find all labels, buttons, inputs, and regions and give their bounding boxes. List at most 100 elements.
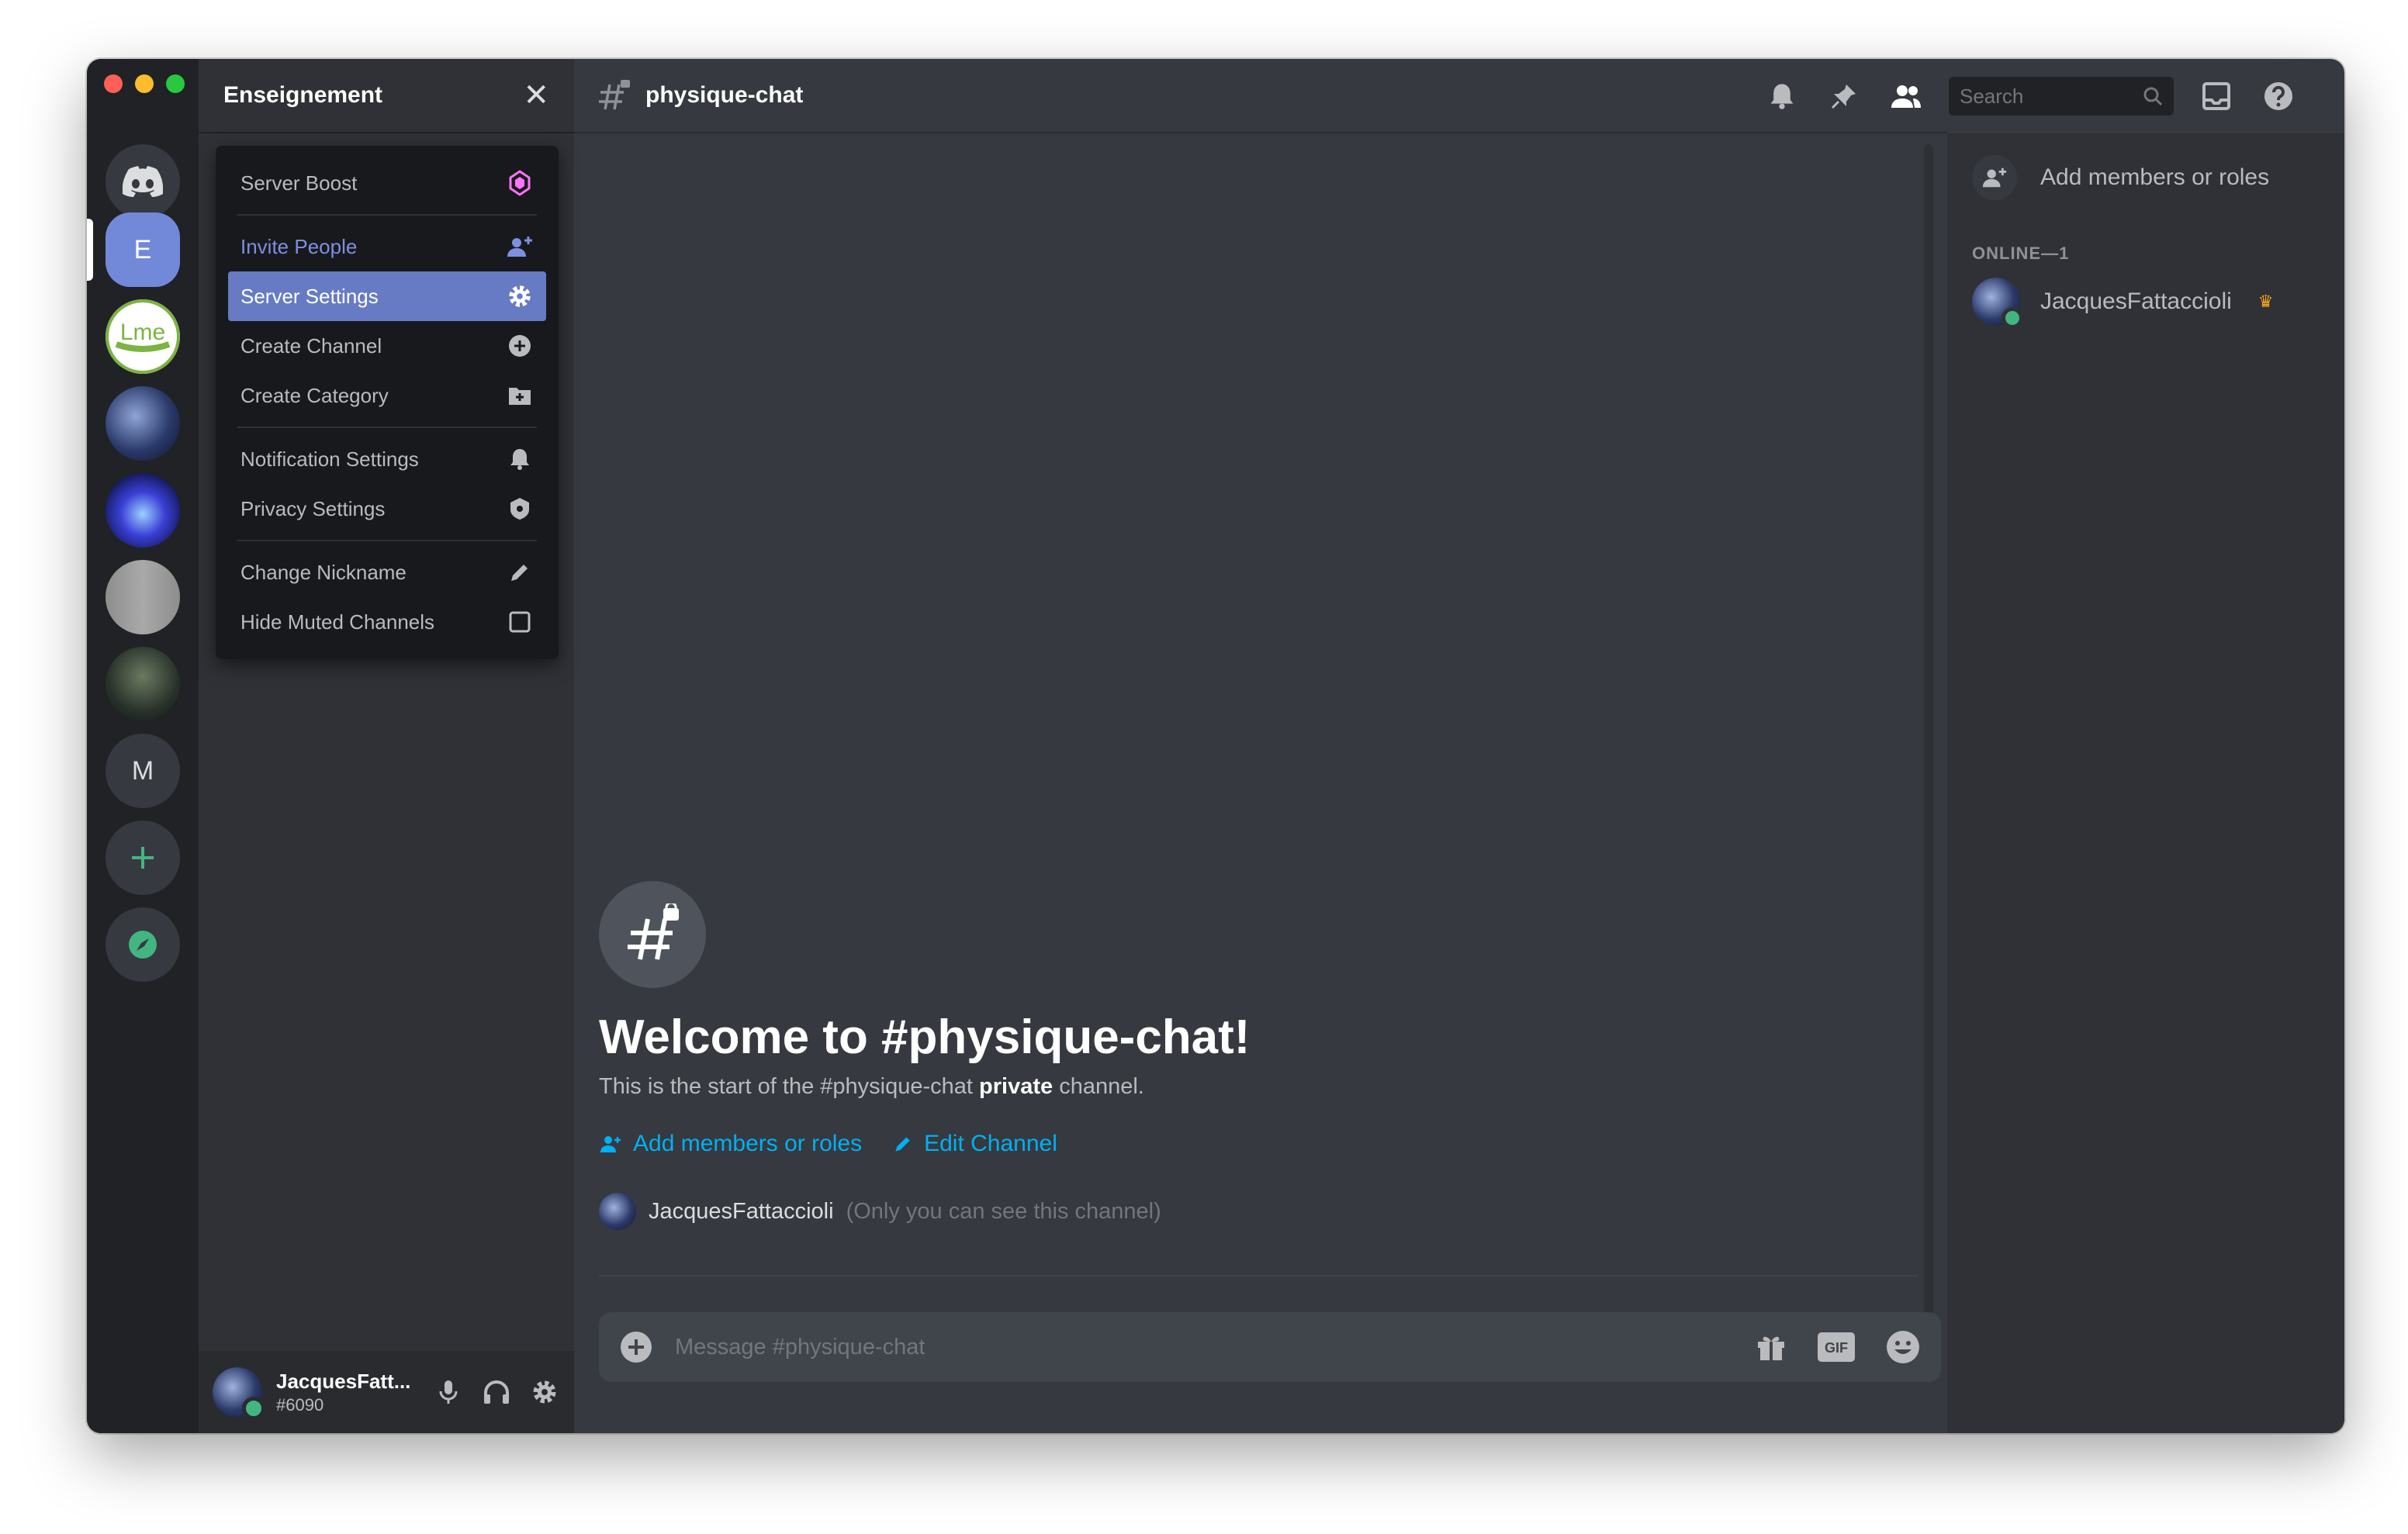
menu-divider (237, 427, 537, 428)
welcome-desc-bold: private (979, 1074, 1054, 1099)
message-composer: Message #physique-chat GIF (599, 1312, 1941, 1382)
user-discriminator: #6090 (276, 1394, 324, 1415)
server-dropdown-menu: Server Boost Invite People Server Settin… (216, 146, 559, 659)
menu-item-hide-muted-channels[interactable]: Hide Muted Channels (228, 597, 546, 647)
edit-channel-label: Edit Channel (924, 1131, 1057, 1156)
server-icon-image-2[interactable] (106, 473, 180, 548)
boost-icon (506, 169, 534, 197)
server-m[interactable]: M (106, 734, 180, 808)
member-list: Add members or roles ONLINE—1 JacquesFat… (1947, 133, 2344, 1433)
server-lme[interactable]: Lme (106, 299, 180, 374)
welcome-desc-prefix: This is the start of the #physique-chat (599, 1074, 973, 1099)
online-status-icon (2001, 307, 2023, 329)
member-avatar (1972, 278, 2023, 329)
plus-icon (132, 847, 154, 869)
owner-avatar[interactable] (599, 1193, 636, 1230)
close-menu-icon[interactable]: ✕ (523, 78, 549, 113)
menu-item-label: Server Boost (240, 171, 358, 195)
gif-label: GIF (1825, 1340, 1848, 1356)
shield-icon (506, 495, 534, 523)
username: JacquesFatt... (276, 1369, 411, 1393)
close-window-button[interactable] (104, 74, 123, 93)
selected-server-indicator (87, 219, 93, 281)
emoji-icon[interactable] (1885, 1329, 1921, 1365)
crown-icon: ♛ (2258, 292, 2274, 311)
channel-owner-row: JacquesFattaccioli (Only you can see thi… (599, 1193, 1918, 1230)
owner-name[interactable]: JacquesFattaccioli (649, 1199, 834, 1225)
attach-plus-icon[interactable] (619, 1330, 653, 1364)
add-user-icon (1972, 155, 2017, 200)
minimize-window-button[interactable] (135, 74, 154, 93)
composer-icons: GIF (1755, 1329, 1921, 1365)
chat-area: physique-chat Welcome to #physique-chat!… (574, 59, 1947, 1433)
channel-welcome: Welcome to #physique-chat! This is the s… (599, 881, 1918, 1230)
user-info[interactable]: JacquesFatt... #6090 (276, 1370, 433, 1415)
search-input[interactable]: Search (1960, 85, 2023, 109)
server-icon-image-1[interactable] (106, 386, 180, 461)
lme-logo-text: Lme (120, 320, 165, 345)
member-item[interactable]: JacquesFattaccioli ♛ (1972, 278, 2344, 329)
headphones-icon[interactable] (481, 1377, 512, 1408)
server-icon-image-4[interactable] (106, 647, 180, 721)
home-button[interactable] (106, 144, 180, 219)
menu-item-server-settings[interactable]: Server Settings (228, 271, 546, 321)
explore-servers-button[interactable] (106, 907, 180, 982)
pin-icon[interactable] (1825, 77, 1863, 116)
user-avatar[interactable] (213, 1367, 265, 1420)
add-members-label: Add members or roles (633, 1131, 863, 1156)
menu-item-label: Change Nickname (240, 560, 407, 584)
server-initial: E (133, 234, 152, 264)
welcome-title: Welcome to #physique-chat! (599, 1011, 1251, 1064)
chat-scrollbar[interactable] (1924, 144, 1933, 1339)
add-members-link[interactable]: Add members or roles (599, 1131, 862, 1157)
app-window: E Lme M Enseignement ✕ JacquesFatt... #6… (87, 59, 2344, 1433)
locked-channel-hash-icon (599, 881, 706, 988)
gif-icon[interactable]: GIF (1817, 1332, 1856, 1363)
header-toolbar: Search (1763, 59, 2298, 133)
server-icon-image-3[interactable] (106, 560, 180, 634)
inbox-icon[interactable] (2197, 77, 2236, 116)
menu-item-privacy-settings[interactable]: Privacy Settings (228, 484, 546, 534)
user-settings-gear-icon[interactable] (529, 1377, 560, 1408)
menu-item-invite-people[interactable]: Invite People (228, 222, 546, 271)
gift-icon[interactable] (1755, 1331, 1787, 1363)
menu-item-label: Notification Settings (240, 447, 419, 471)
notification-bell-icon[interactable] (1763, 77, 1801, 116)
server-enseignement[interactable]: E (106, 212, 180, 287)
add-server-button[interactable] (106, 821, 180, 895)
menu-item-label: Server Settings (240, 284, 379, 308)
add-user-icon (600, 1136, 621, 1152)
chat-divider (599, 1275, 1918, 1277)
gear-icon (506, 282, 534, 310)
lme-logo-icon: Lme (106, 299, 180, 374)
menu-item-server-boost[interactable]: Server Boost (228, 158, 546, 208)
server-header[interactable]: Enseignement ✕ (199, 59, 574, 133)
member-list-icon[interactable] (1887, 77, 1925, 116)
folder-plus-icon (506, 382, 534, 409)
menu-item-label: Create Category (240, 383, 389, 407)
menu-item-create-category[interactable]: Create Category (228, 371, 546, 420)
window-controls (104, 74, 185, 93)
menu-divider (237, 540, 537, 541)
add-members-label: Add members or roles (2040, 164, 2270, 190)
edit-channel-link[interactable]: Edit Channel (893, 1131, 1057, 1157)
menu-item-create-channel[interactable]: Create Channel (228, 321, 546, 371)
channel-header: physique-chat (574, 59, 1947, 133)
add-members-row[interactable]: Add members or roles (1972, 155, 2344, 200)
discord-logo-icon (123, 166, 163, 197)
message-input[interactable]: Message #physique-chat (675, 1335, 1755, 1360)
checkbox-icon[interactable] (506, 608, 534, 636)
welcome-desc-suffix: channel. (1059, 1074, 1144, 1099)
server-rail: E Lme M (87, 59, 199, 1433)
microphone-icon[interactable] (433, 1377, 464, 1408)
zoom-window-button[interactable] (166, 74, 185, 93)
menu-item-change-nickname[interactable]: Change Nickname (228, 548, 546, 597)
menu-divider (237, 214, 537, 216)
help-icon[interactable] (2259, 77, 2298, 116)
search-box[interactable]: Search (1949, 77, 2174, 116)
owner-note: (Only you can see this channel) (846, 1198, 1161, 1224)
add-user-icon (506, 233, 534, 261)
menu-item-notification-settings[interactable]: Notification Settings (228, 434, 546, 484)
locked-channel-hash-icon (599, 80, 630, 110)
server-initial: M (131, 755, 154, 786)
